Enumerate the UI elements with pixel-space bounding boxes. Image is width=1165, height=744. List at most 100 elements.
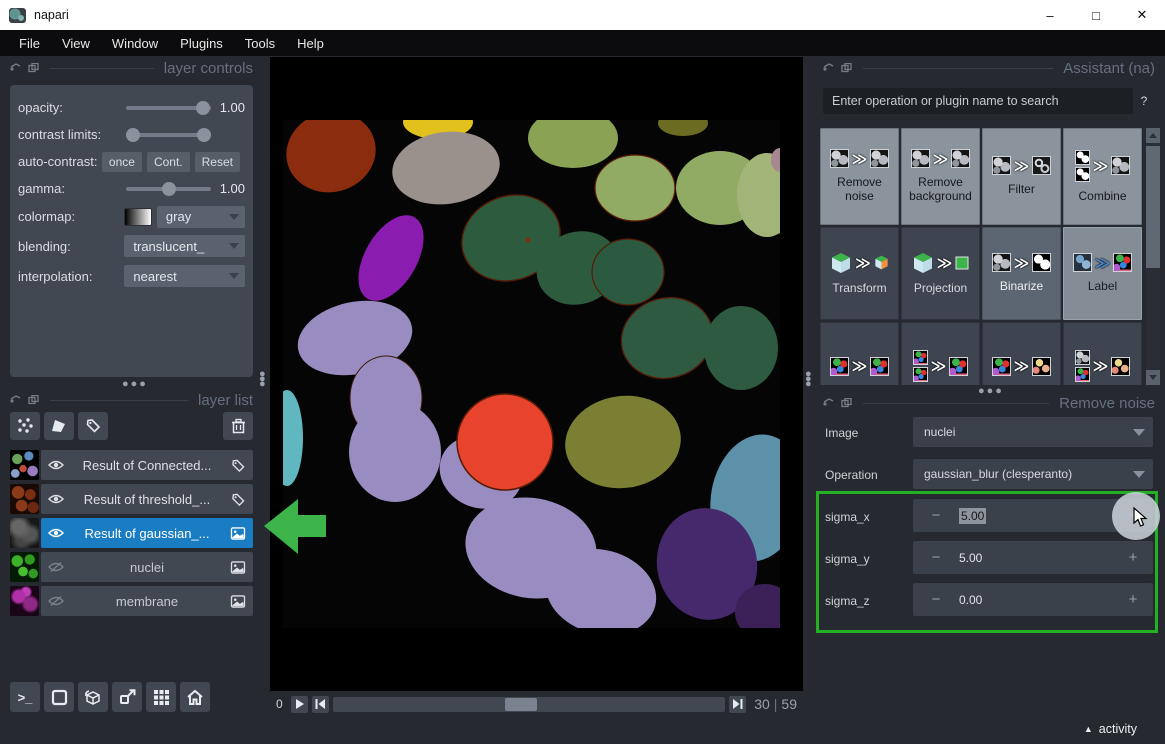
- increment-button[interactable]: +: [1113, 549, 1153, 566]
- contrast-limits-slider[interactable]: [126, 128, 211, 142]
- op-measure-labels-button[interactable]: ≫: [982, 322, 1061, 385]
- scrollbar-handle[interactable]: [1146, 146, 1160, 268]
- hide-panel-icon[interactable]: [841, 398, 852, 408]
- caret-up-icon: ▲: [1084, 724, 1093, 734]
- menu-view[interactable]: View: [51, 33, 101, 54]
- scroll-down-button[interactable]: [1146, 370, 1160, 385]
- increment-button[interactable]: +: [1113, 591, 1153, 608]
- decrement-button[interactable]: −: [913, 507, 959, 524]
- delete-layer-button[interactable]: [223, 412, 253, 440]
- sigma-y-spinbox[interactable]: − 5.00 +: [913, 541, 1153, 574]
- colormap-dropdown[interactable]: gray: [157, 206, 245, 228]
- auto-contrast-reset-button[interactable]: Reset: [195, 152, 240, 172]
- grid-view-button[interactable]: [146, 682, 176, 712]
- viewer-canvas[interactable]: [270, 57, 803, 691]
- activity-indicator[interactable]: ▲ activity: [1084, 722, 1137, 736]
- sigma-z-value[interactable]: 0.00: [959, 593, 1113, 607]
- op-projection-button[interactable]: ≫ Projection: [901, 227, 980, 320]
- hide-panel-icon[interactable]: [28, 63, 39, 73]
- home-reset-view-button[interactable]: [180, 682, 210, 712]
- visibility-off-eye-icon[interactable]: [48, 595, 64, 607]
- dimension-slider-track[interactable]: [333, 697, 726, 712]
- layer-name: Result of gaussian_...: [64, 526, 230, 541]
- visibility-off-eye-icon[interactable]: [48, 561, 64, 573]
- binary-image-icon: [1032, 253, 1051, 272]
- dock-splitter-handle[interactable]: ●●●: [259, 372, 265, 387]
- image-icon: [230, 527, 246, 540]
- splitter-handle[interactable]: ●●●: [122, 378, 148, 390]
- visibility-eye-icon[interactable]: [48, 459, 64, 471]
- image-dropdown[interactable]: nuclei: [913, 417, 1153, 447]
- float-panel-icon[interactable]: [10, 63, 21, 73]
- maximize-button[interactable]: □: [1073, 0, 1119, 30]
- menu-plugins[interactable]: Plugins: [169, 33, 234, 54]
- dock-splitter-handle[interactable]: ●●●: [805, 372, 811, 387]
- chevron-down-icon: [229, 243, 239, 249]
- layer-row-membrane[interactable]: membrane: [10, 586, 253, 616]
- close-button[interactable]: ✕: [1119, 0, 1165, 30]
- menu-tools[interactable]: Tools: [234, 33, 286, 54]
- gamma-slider[interactable]: [126, 182, 211, 196]
- decrement-button[interactable]: −: [913, 591, 959, 608]
- minimize-button[interactable]: –: [1027, 0, 1073, 30]
- skip-to-end-button[interactable]: [729, 696, 746, 713]
- help-button[interactable]: ?: [1133, 94, 1155, 108]
- scroll-up-button[interactable]: [1146, 128, 1160, 143]
- skip-to-start-button[interactable]: [312, 696, 329, 713]
- menu-file[interactable]: File: [8, 33, 51, 54]
- op-filter-button[interactable]: ≫ Filter: [982, 128, 1061, 225]
- float-panel-icon[interactable]: [823, 398, 834, 408]
- rotate-3d-button[interactable]: [78, 682, 108, 712]
- blending-dropdown[interactable]: translucent_: [124, 235, 245, 257]
- hide-panel-icon[interactable]: [841, 63, 852, 73]
- sigma-z-spinbox[interactable]: − 0.00 +: [913, 583, 1153, 616]
- visibility-eye-icon[interactable]: [48, 493, 64, 505]
- visibility-eye-icon[interactable]: [48, 527, 64, 539]
- new-labels-layer-button[interactable]: [78, 412, 108, 440]
- op-binarize-button[interactable]: ≫ Binarize: [982, 227, 1061, 320]
- op-remove-noise-button[interactable]: ≫ Remove noise: [820, 128, 899, 225]
- console-button[interactable]: >_: [10, 682, 40, 712]
- op-combine-labels-button[interactable]: ≫: [901, 322, 980, 385]
- ndisplay-2d-button[interactable]: [44, 682, 74, 712]
- auto-contrast-once-button[interactable]: once: [102, 152, 142, 172]
- layer-row-connected[interactable]: Result of Connected...: [10, 450, 253, 480]
- auto-contrast-continuous-button[interactable]: Cont.: [147, 152, 190, 172]
- layer-row-nuclei[interactable]: nuclei: [10, 552, 253, 582]
- menu-help[interactable]: Help: [286, 33, 335, 54]
- decrement-button[interactable]: −: [913, 549, 959, 566]
- interpolation-dropdown[interactable]: nearest: [124, 265, 245, 287]
- operations-scrollbar[interactable]: [1146, 128, 1160, 385]
- play-button[interactable]: [291, 696, 308, 713]
- sigma-x-value[interactable]: 5.00: [959, 508, 986, 524]
- sigma-y-value[interactable]: 5.00: [959, 551, 1113, 565]
- op-combine-button[interactable]: ≫ Combine: [1063, 128, 1142, 225]
- operation-dropdown[interactable]: gaussian_blur (clesperanto): [913, 459, 1153, 489]
- op-label-button[interactable]: ≫ Label: [1063, 227, 1142, 320]
- float-panel-icon[interactable]: [10, 395, 21, 405]
- layer-thumbnail: [10, 586, 39, 616]
- opacity-slider[interactable]: [126, 101, 211, 115]
- opacity-value: 1.00: [211, 100, 245, 115]
- mouse-cursor: [1133, 507, 1149, 529]
- op-process-labels-button[interactable]: ≫: [820, 322, 899, 385]
- op-parametric-map-button[interactable]: ≫: [1063, 322, 1142, 385]
- activity-label: activity: [1099, 722, 1137, 736]
- new-points-layer-button[interactable]: [10, 412, 40, 440]
- menu-window[interactable]: Window: [101, 33, 169, 54]
- search-input[interactable]: [823, 88, 1133, 114]
- layer-row-gaussian-selected[interactable]: Result of gaussian_...: [10, 518, 253, 548]
- dimension-slider-handle[interactable]: [505, 698, 537, 711]
- float-panel-icon[interactable]: [823, 63, 834, 73]
- op-remove-background-button[interactable]: ≫ Remove background: [901, 128, 980, 225]
- chevron-down-icon: [229, 273, 239, 279]
- op-transform-button[interactable]: ≫ Transform: [820, 227, 899, 320]
- labels-icon: [992, 357, 1011, 376]
- hide-panel-icon[interactable]: [28, 395, 39, 405]
- layer-row-threshold[interactable]: Result of threshold_...: [10, 484, 253, 514]
- auto-contrast-label: auto-contrast:: [18, 154, 102, 169]
- layer-name: Result of Connected...: [64, 458, 230, 473]
- roll-dimensions-button[interactable]: [112, 682, 142, 712]
- new-shapes-layer-button[interactable]: [44, 412, 74, 440]
- window-title: napari: [34, 8, 69, 22]
